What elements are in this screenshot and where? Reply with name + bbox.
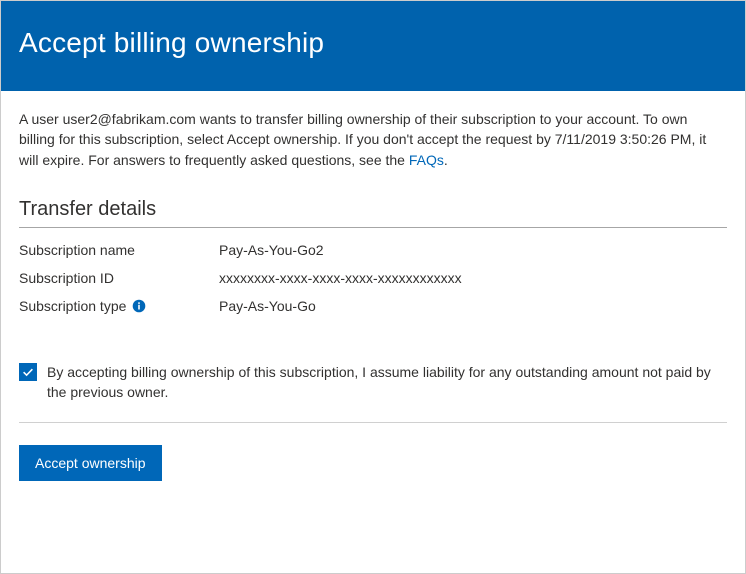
intro-paragraph: A user user2@fabrikam.com wants to trans… xyxy=(19,109,727,170)
label-subscription-name: Subscription name xyxy=(19,242,219,258)
value-subscription-name: Pay-As-You-Go2 xyxy=(219,242,324,258)
label-subscription-id: Subscription ID xyxy=(19,270,219,286)
page-content: A user user2@fabrikam.com wants to trans… xyxy=(1,91,745,481)
intro-text-before: A user user2@fabrikam.com wants to trans… xyxy=(19,111,706,168)
transfer-details-heading: Transfer details xyxy=(19,198,727,228)
faqs-link[interactable]: FAQs xyxy=(409,152,444,168)
consent-checkbox[interactable] xyxy=(19,363,37,381)
row-subscription-type: Subscription type Pay-As-You-Go xyxy=(19,298,727,314)
label-subscription-type: Subscription type xyxy=(19,298,219,314)
label-subscription-type-text: Subscription type xyxy=(19,298,126,314)
actions-bar: Accept ownership xyxy=(19,445,727,481)
consent-block: By accepting billing ownership of this s… xyxy=(19,362,727,424)
row-subscription-id: Subscription ID xxxxxxxx-xxxx-xxxx-xxxx-… xyxy=(19,270,727,286)
page-header: Accept billing ownership xyxy=(1,1,745,91)
value-subscription-id: xxxxxxxx-xxxx-xxxx-xxxx-xxxxxxxxxxxx xyxy=(219,270,462,286)
page-title: Accept billing ownership xyxy=(19,27,727,59)
consent-text: By accepting billing ownership of this s… xyxy=(47,362,727,403)
accept-ownership-button[interactable]: Accept ownership xyxy=(19,445,162,481)
intro-text-after: . xyxy=(444,152,448,168)
row-subscription-name: Subscription name Pay-As-You-Go2 xyxy=(19,242,727,258)
info-icon[interactable] xyxy=(132,299,146,313)
value-subscription-type: Pay-As-You-Go xyxy=(219,298,316,314)
